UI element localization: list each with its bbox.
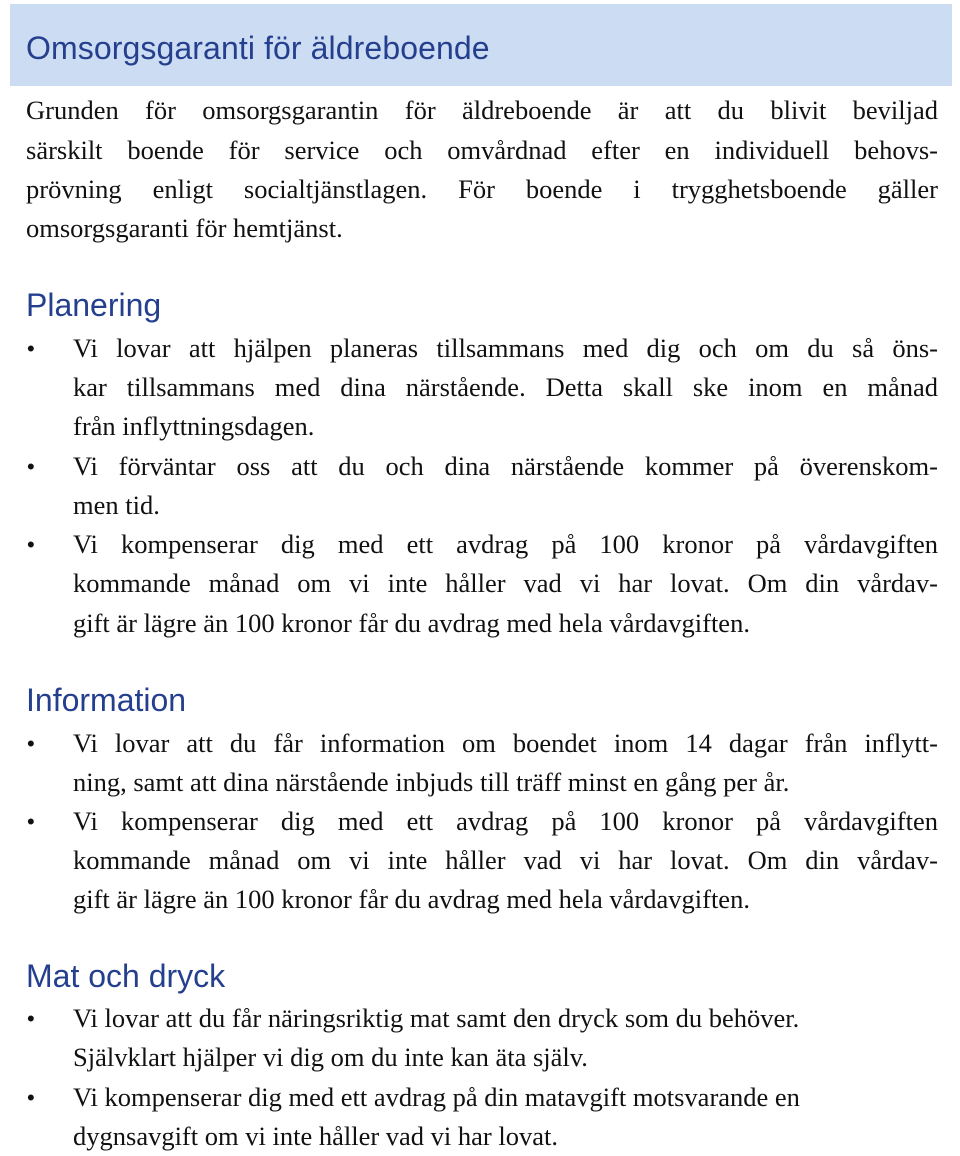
list-item-line: Vi lovar att hjälpen planeras tillsamman…	[73, 333, 938, 363]
list-item-line: gift är lägre än 100 kronor får du avdra…	[73, 884, 750, 914]
list-item-line: dygnsavgift om vi inte håller vad vi har…	[73, 1121, 558, 1151]
intro-line: prövning enligt socialtjänstlagen. För b…	[26, 174, 938, 204]
section-heading: Mat och dryck	[26, 958, 226, 994]
intro-line: omsorgsgaranti för hemtjänst.	[26, 213, 343, 243]
list-item-line: gift är lägre än 100 kronor får du avdra…	[73, 608, 750, 638]
list-item-line: men tid.	[73, 490, 160, 520]
bullet-icon: •	[27, 336, 35, 361]
bullet-icon: •	[27, 1085, 35, 1110]
list-item-line: Vi förväntar oss att du och dina närståe…	[73, 451, 938, 481]
intro-line: särskilt boende för service och omvårdna…	[26, 135, 938, 165]
bullet-icon: •	[27, 809, 35, 834]
section-heading: Planering	[26, 287, 162, 323]
list-item-line: från inflyttningsdagen.	[73, 411, 315, 441]
bullet-icon: •	[27, 532, 35, 557]
page-title: Omsorgsgaranti för äldreboende	[26, 30, 490, 66]
list-item-line: kar tillsammans med dina närstående. Det…	[73, 372, 938, 402]
list-item-line: Vi kompenserar dig med ett avdrag på 100…	[73, 806, 938, 836]
section-heading: Information	[26, 682, 187, 718]
list-item-line: Vi lovar att du får näringsriktig mat sa…	[73, 1003, 800, 1033]
list-item-line: Självklart hjälper vi dig om du inte kan…	[73, 1042, 588, 1072]
list-item-line: Vi lovar att du får information om boend…	[73, 728, 938, 758]
list-item-line: Vi kompenserar dig med ett avdrag på 100…	[73, 529, 938, 559]
bullet-icon: •	[27, 1006, 35, 1031]
bullet-icon: •	[27, 454, 35, 479]
list-item-line: kommande månad om vi inte håller vad vi …	[73, 568, 938, 598]
list-item-line: kommande månad om vi inte håller vad vi …	[73, 845, 938, 875]
bullet-icon: •	[27, 731, 35, 756]
list-item-line: ning, samt att dina närstående inbjuds t…	[73, 767, 790, 797]
list-item-line: Vi kompenserar dig med ett avdrag på din…	[73, 1082, 800, 1112]
intro-line: Grunden för omsorgsgarantin för äldreboe…	[26, 95, 938, 125]
